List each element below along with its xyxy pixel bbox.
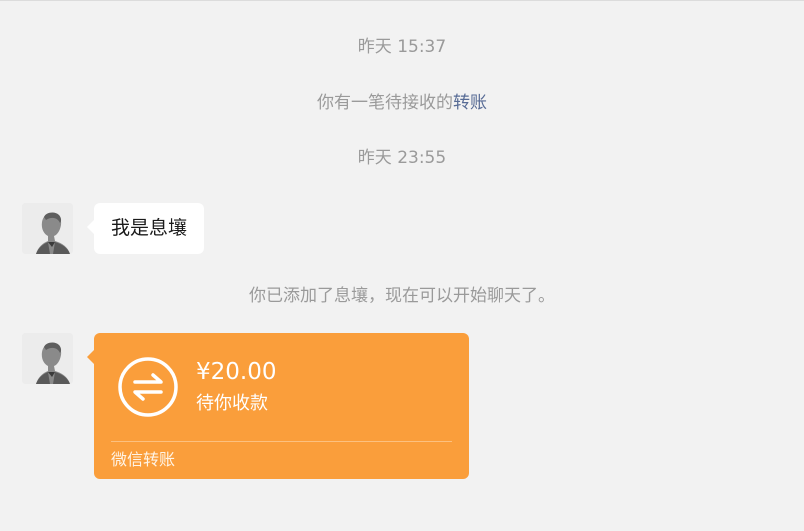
greeting-message-bubble[interactable]: 我是息壤 — [86, 203, 205, 254]
friend-added-notice: 你已添加了息壤，现在可以开始聊天了。 — [249, 286, 555, 306]
transfer-card[interactable]: ¥20.00 待你收款 微信转账 — [87, 333, 469, 479]
transfer-link[interactable]: 转账 — [453, 93, 487, 113]
avatar[interactable] — [22, 203, 73, 254]
avatar[interactable] — [22, 333, 73, 384]
pending-transfer-text: 你有一笔待接收的 — [317, 93, 453, 113]
transfer-amount: ¥20.00 — [196, 359, 277, 385]
timestamp-1: 昨天 15:37 — [357, 37, 447, 57]
transfer-status: 待你收款 — [196, 393, 268, 414]
transfer-divider — [111, 441, 452, 442]
timestamp-2: 昨天 23:55 — [357, 148, 447, 168]
portrait-avatar-icon — [22, 203, 73, 254]
chat-window: 昨天 15:37 你有一笔待接收的转账 昨天 23:55 我是息壤 你已添加了息… — [0, 0, 804, 531]
transfer-footer-label: 微信转账 — [111, 450, 176, 469]
portrait-avatar-icon — [22, 333, 73, 384]
transfer-arrows-icon — [118, 357, 178, 417]
pending-transfer-notice: 你有一笔待接收的转账 — [0, 91, 804, 115]
